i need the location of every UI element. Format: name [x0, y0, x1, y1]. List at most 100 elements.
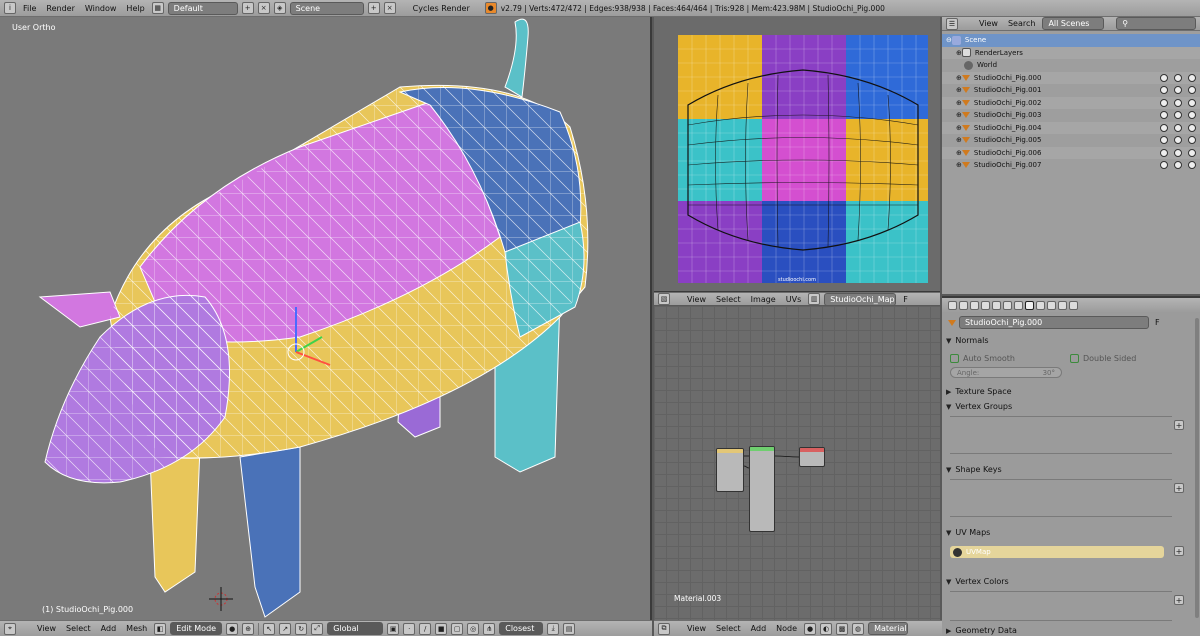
limit-selection-icon[interactable]: ▢ [451, 622, 464, 635]
add-vertex-color-icon[interactable]: + [1174, 595, 1184, 605]
scale-icon[interactable]: ⤢ [311, 622, 324, 635]
pivot-icon[interactable]: ⊕ [242, 622, 255, 635]
render-layers-tab-icon[interactable] [959, 300, 968, 310]
properties-editor[interactable]: StudioOchi_Pig.000 F ▼ Normals Auto Smoo… [942, 296, 1200, 636]
mode-selector[interactable]: Edit Mode [170, 622, 223, 635]
visibility-eye-icon[interactable] [1160, 148, 1168, 157]
menu-window[interactable]: Window [82, 4, 120, 13]
add-vertex-group-icon[interactable]: + [1174, 420, 1184, 430]
translate-icon[interactable]: ↗ [279, 622, 292, 635]
scene-tab-icon[interactable] [970, 300, 979, 310]
mesh-name-field[interactable]: StudioOchi_Pig.000 [959, 316, 1149, 329]
select-arrow-icon[interactable] [1174, 161, 1182, 170]
vertex-groups-panel-header[interactable]: ▼ Vertex Groups [946, 402, 1012, 411]
viewport-menu-add[interactable]: Add [98, 624, 120, 633]
render-tab-icon[interactable] [948, 300, 957, 310]
image-name-field[interactable]: StudioOchi_Mapper... [824, 293, 897, 305]
material-name-field[interactable]: Material.00 [868, 622, 909, 635]
orientation-selector[interactable]: Global [327, 622, 384, 635]
shading-icon[interactable]: ● [226, 622, 239, 635]
mesh-data-tab-icon[interactable] [1025, 300, 1034, 310]
node-menu-select[interactable]: Select [713, 624, 744, 633]
render-camera-icon[interactable] [1188, 98, 1196, 107]
double-sided-checkbox[interactable]: Double Sided [1070, 354, 1136, 363]
select-arrow-icon[interactable] [1174, 86, 1182, 95]
menu-file[interactable]: File [20, 4, 39, 13]
render-camera-icon[interactable] [1188, 148, 1196, 157]
world-tab-icon[interactable] [981, 300, 990, 310]
layer-icon[interactable]: ▣ [387, 622, 400, 635]
editor-type-icon[interactable]: ⌖ [4, 622, 16, 635]
edge-select-icon[interactable]: / [419, 622, 432, 635]
manipulator-icon[interactable]: ↖ [263, 622, 276, 635]
outliner-row-object[interactable]: ⊕ StudioOchi_Pig.007 [942, 159, 1200, 172]
outliner-row-object[interactable]: ⊕ StudioOchi_Pig.001 [942, 84, 1200, 97]
visibility-eye-icon[interactable] [1160, 123, 1168, 132]
select-arrow-icon[interactable] [1174, 111, 1182, 120]
render-camera-icon[interactable] [1188, 123, 1196, 132]
add-uv-map-icon[interactable]: + [1174, 546, 1184, 556]
outliner-menu-search[interactable]: Search [1005, 19, 1038, 28]
texture-tab-icon[interactable] [1047, 300, 1056, 310]
constraints-tab-icon[interactable] [1003, 300, 1012, 310]
add-scene-icon[interactable]: + [367, 2, 380, 14]
node-menu-view[interactable]: View [684, 624, 709, 633]
render-camera-icon[interactable] [1188, 161, 1196, 170]
physics-tab-icon[interactable] [1069, 300, 1078, 310]
remove-layout-icon[interactable]: × [257, 2, 270, 14]
render-camera-icon[interactable] [1188, 111, 1196, 120]
uv-map-item[interactable]: UVMap [950, 546, 1164, 558]
viewport-menu-mesh[interactable]: Mesh [123, 624, 150, 633]
select-arrow-icon[interactable] [1174, 123, 1182, 132]
uv-menu-select[interactable]: Select [713, 295, 744, 304]
viewport-menu-view[interactable]: View [34, 624, 59, 633]
snap-target-selector[interactable]: Closest [499, 622, 544, 635]
select-arrow-icon[interactable] [1174, 136, 1182, 145]
visibility-eye-icon[interactable] [1160, 161, 1168, 170]
node-menu-node[interactable]: Node [773, 624, 800, 633]
scene-selector[interactable]: Scene [289, 1, 364, 15]
info-editor-icon[interactable]: i [4, 2, 16, 14]
shape-keys-list[interactable] [950, 479, 1172, 517]
outliner-row-object[interactable]: ⊕ StudioOchi_Pig.003 [942, 109, 1200, 122]
outliner-menu-view[interactable]: View [976, 19, 1001, 28]
outliner-row-object[interactable]: ⊕ StudioOchi_Pig.004 [942, 121, 1200, 134]
image-browse-icon[interactable]: ▥ [808, 293, 821, 305]
object-tab-icon[interactable] [992, 300, 1001, 310]
vertex-colors-list[interactable] [950, 591, 1172, 621]
node-editor[interactable]: Material.003 [654, 306, 940, 620]
material-tab-icon[interactable] [1036, 300, 1045, 310]
add-shape-key-icon[interactable]: + [1174, 483, 1184, 493]
face-select-icon[interactable]: ■ [435, 622, 448, 635]
proportional-edit-icon[interactable]: ◎ [467, 622, 480, 635]
shape-keys-panel-header[interactable]: ▼ Shape Keys [946, 465, 1002, 474]
select-arrow-icon[interactable] [1174, 98, 1182, 107]
visibility-eye-icon[interactable] [1160, 98, 1168, 107]
snap-align-icon[interactable]: ⤓ [547, 622, 560, 635]
uv-menu-uvs[interactable]: UVs [783, 295, 805, 304]
outliner-row-object[interactable]: ⊕ StudioOchi_Pig.000 [942, 71, 1200, 84]
render-camera-icon[interactable] [1188, 73, 1196, 82]
rotate-icon[interactable]: ↻ [295, 622, 308, 635]
outliner-type-icon[interactable]: ☰ [946, 17, 958, 30]
viewport-menu-select[interactable]: Select [63, 624, 94, 633]
material-browse-icon[interactable]: ◍ [852, 622, 865, 635]
outliner-search-input[interactable]: ⚲ [1116, 17, 1196, 30]
menu-help[interactable]: Help [123, 4, 147, 13]
snap-toggle-icon[interactable]: ⋔ [483, 622, 496, 635]
geometry-data-panel-header[interactable]: ▶ Geometry Data [946, 626, 1017, 635]
vertex-select-icon[interactable]: · [403, 622, 416, 635]
outliner-row-object[interactable]: ⊕ StudioOchi_Pig.002 [942, 96, 1200, 109]
modifiers-tab-icon[interactable] [1014, 300, 1023, 310]
add-layout-icon[interactable]: + [241, 2, 254, 14]
normals-panel-header[interactable]: ▼ Normals [946, 336, 989, 345]
uv-maps-panel-header[interactable]: ▼ UV Maps [946, 528, 990, 537]
texture-space-panel-header[interactable]: ▶ Texture Space [946, 387, 1012, 396]
outliner-row-world[interactable]: World [942, 59, 1200, 72]
outliner[interactable]: ⊖ Scene ⊕ RenderLayers World ⊕ StudioOchi_P… [942, 17, 1200, 294]
outliner-row-scene[interactable]: ⊖ Scene [942, 34, 1200, 47]
angle-slider[interactable]: Angle: 30° [950, 367, 1062, 378]
render-camera-icon[interactable] [1188, 86, 1196, 95]
vertex-groups-list[interactable] [950, 416, 1172, 454]
uv-image-editor[interactable]: studioochi.com [654, 17, 940, 292]
